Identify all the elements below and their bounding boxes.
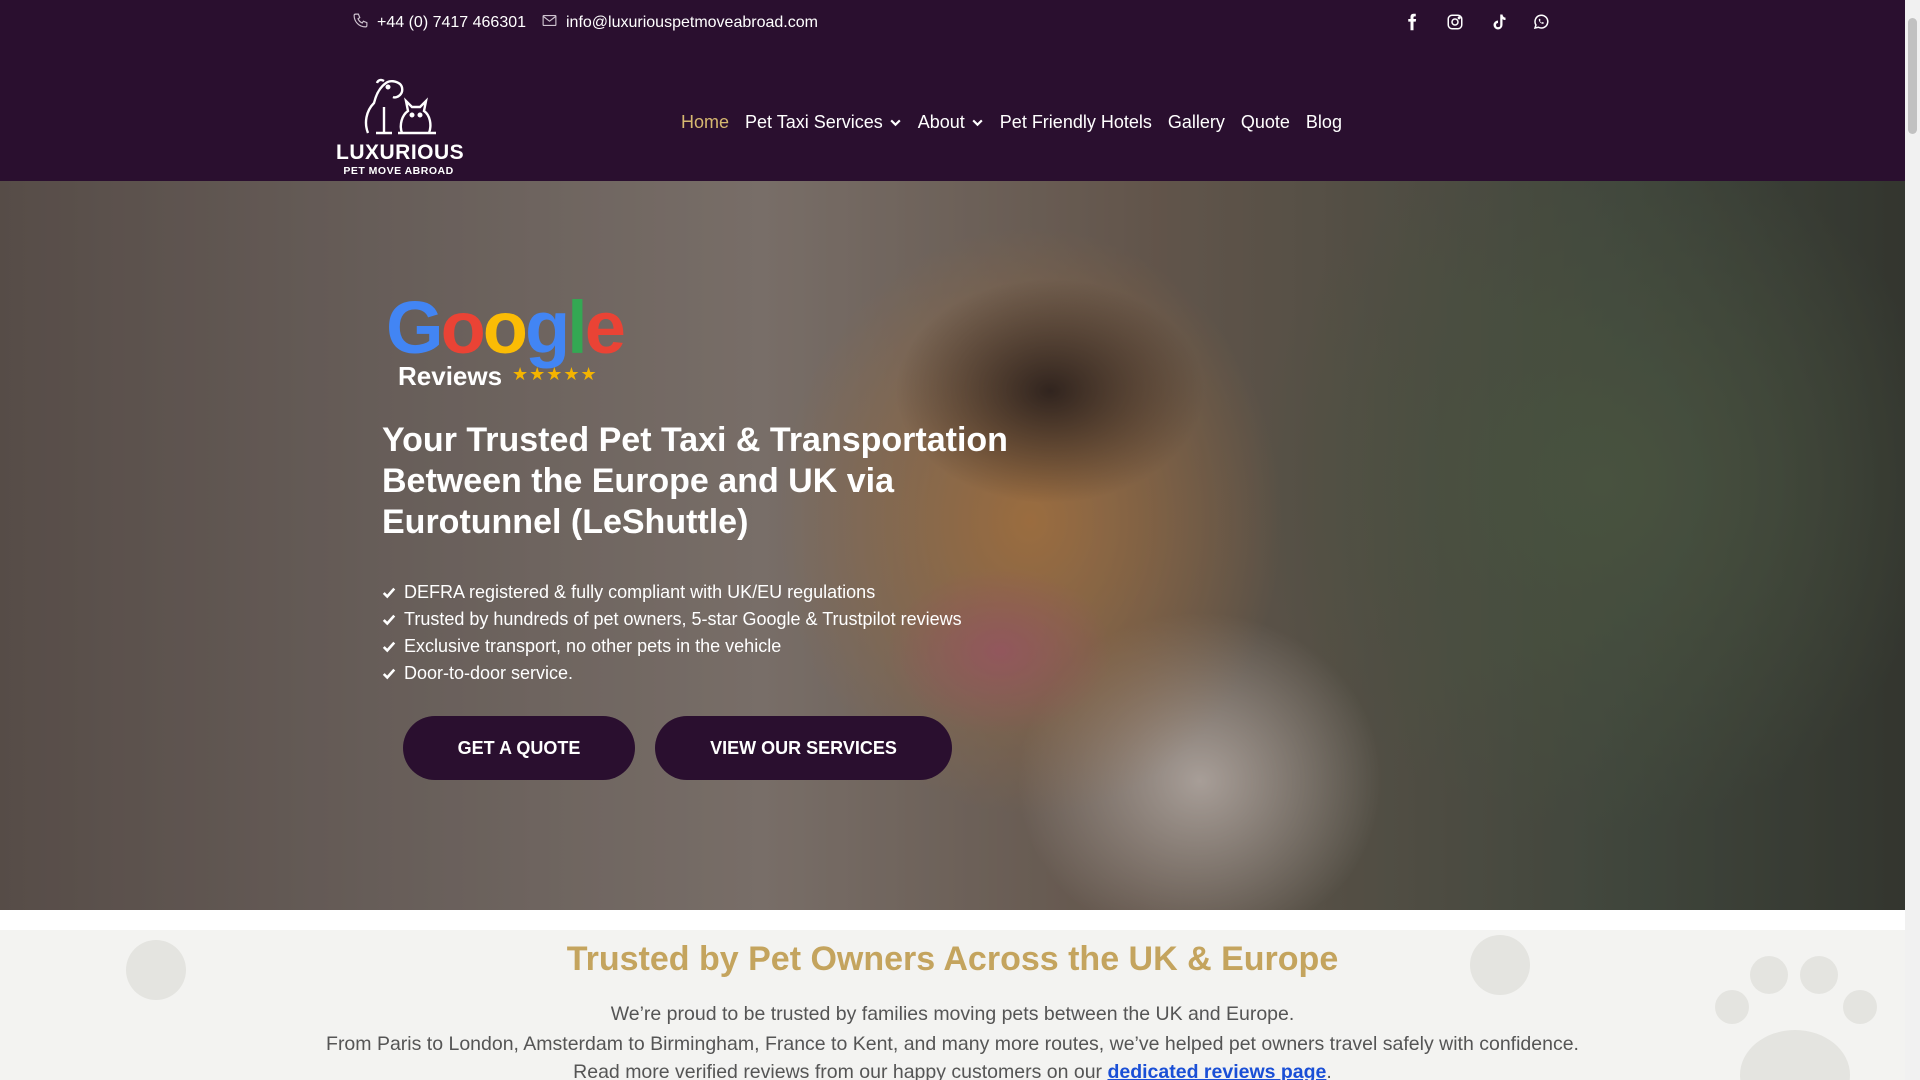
trusted-section: Trusted by Pet Owners Across the UK & Eu… bbox=[0, 930, 1905, 1080]
trusted-routes: From Paris to London, Amsterdam to Birmi… bbox=[326, 1033, 1579, 1055]
tiktok-icon[interactable] bbox=[1488, 12, 1507, 31]
dog-cat-logo-icon bbox=[364, 78, 436, 135]
feature-text: Exclusive transport, no other pets in th… bbox=[404, 636, 782, 656]
instagram-icon[interactable] bbox=[1445, 12, 1464, 31]
phone-icon bbox=[352, 12, 369, 34]
nav-pet-friendly-hotels[interactable]: Pet Friendly Hotels bbox=[1000, 112, 1152, 133]
nav-home[interactable]: Home bbox=[681, 112, 729, 133]
phone-contact[interactable]: +44 (0) 7417 466301 bbox=[352, 12, 526, 34]
feature-item: Trusted by hundreds of pet owners, 5-sta… bbox=[382, 606, 962, 633]
logo-subtitle: PET MOVE ABROAD bbox=[343, 165, 454, 177]
feature-text: DEFRA registered & fully compliant with … bbox=[404, 582, 876, 602]
mail-icon bbox=[541, 12, 558, 34]
reviews-suffix: . bbox=[1326, 1061, 1332, 1080]
nav-label: Pet Friendly Hotels bbox=[999, 112, 1152, 132]
hero-background-image bbox=[0, 181, 1905, 910]
chevron-down-icon bbox=[890, 119, 901, 127]
nav-label: About bbox=[917, 112, 965, 132]
nav-about[interactable]: About bbox=[918, 112, 984, 133]
main-header: LUXURIOUS PET MOVE ABROAD Home Pet Taxi … bbox=[0, 45, 1905, 181]
nav-quote[interactable]: Quote bbox=[1241, 112, 1290, 133]
main-nav: Home Pet Taxi Services About Pet Friendl… bbox=[681, 112, 1358, 133]
nav-label: Pet Taxi Services bbox=[745, 112, 883, 132]
nav-pet-taxi-services[interactable]: Pet Taxi Services bbox=[745, 112, 902, 133]
reviews-page-link[interactable]: dedicated reviews page bbox=[1107, 1061, 1326, 1080]
chevron-down-icon bbox=[972, 119, 983, 127]
nav-label: Gallery bbox=[1167, 112, 1225, 132]
google-reviews-badge[interactable]: Google Reviews ★★★★★ bbox=[386, 286, 626, 392]
star-rating-icon: ★★★★★ bbox=[512, 364, 598, 384]
reviews-prefix: Read more verified reviews from our happ… bbox=[573, 1061, 1103, 1080]
site-logo[interactable]: LUXURIOUS PET MOVE ABROAD bbox=[336, 67, 465, 179]
google-logo: Google bbox=[386, 286, 626, 369]
nav-label: Home bbox=[681, 112, 730, 132]
check-icon bbox=[382, 641, 396, 652]
feature-text: Trusted by hundreds of pet owners, 5-sta… bbox=[404, 609, 962, 629]
feature-item: Exclusive transport, no other pets in th… bbox=[382, 633, 962, 660]
nav-gallery[interactable]: Gallery bbox=[1168, 112, 1225, 133]
check-icon bbox=[382, 587, 396, 598]
phone-number[interactable]: +44 (0) 7417 466301 bbox=[377, 14, 526, 32]
check-icon bbox=[382, 614, 396, 625]
trusted-description: We’re proud to be trusted by families mo… bbox=[610, 1003, 1295, 1025]
nav-blog[interactable]: Blog bbox=[1306, 112, 1342, 133]
scrollbar-thumb[interactable] bbox=[1908, 18, 1917, 134]
trusted-reviews-line: Read more verified reviews from our happ… bbox=[0, 1061, 1905, 1080]
trusted-title: Trusted by Pet Owners Across the UK & Eu… bbox=[566, 940, 1339, 978]
feature-item: Door-to-door service. bbox=[382, 660, 962, 687]
email-address[interactable]: info@luxuriouspetmoveabroad.com bbox=[566, 14, 818, 32]
hero-headline: Your Trusted Pet Taxi & Transportation B… bbox=[382, 421, 1008, 541]
social-links bbox=[1402, 12, 1550, 31]
view-our-services-button[interactable]: VIEW OUR SERVICES bbox=[655, 716, 952, 780]
nav-label: Quote bbox=[1240, 112, 1290, 132]
feature-item: DEFRA registered & fully compliant with … bbox=[382, 579, 962, 606]
get-a-quote-button[interactable]: GET A QUOTE bbox=[403, 716, 635, 780]
feature-text: Door-to-door service. bbox=[404, 663, 574, 683]
nav-label: Blog bbox=[1305, 112, 1342, 132]
hero-section: Google Reviews ★★★★★ Your Trusted Pet Ta… bbox=[0, 181, 1905, 910]
whatsapp-icon[interactable] bbox=[1531, 12, 1550, 31]
hero-feature-list: DEFRA registered & fully compliant with … bbox=[382, 579, 962, 687]
top-contact-bar: +44 (0) 7417 466301 info@luxuriouspetmov… bbox=[0, 0, 1905, 45]
email-contact[interactable]: info@luxuriouspetmoveabroad.com bbox=[541, 12, 818, 34]
logo-title: LUXURIOUS bbox=[336, 141, 465, 164]
facebook-icon[interactable] bbox=[1402, 12, 1421, 31]
page-scrollbar[interactable] bbox=[1905, 0, 1920, 1080]
google-reviews-label: Reviews bbox=[398, 361, 503, 391]
check-icon bbox=[382, 668, 396, 679]
